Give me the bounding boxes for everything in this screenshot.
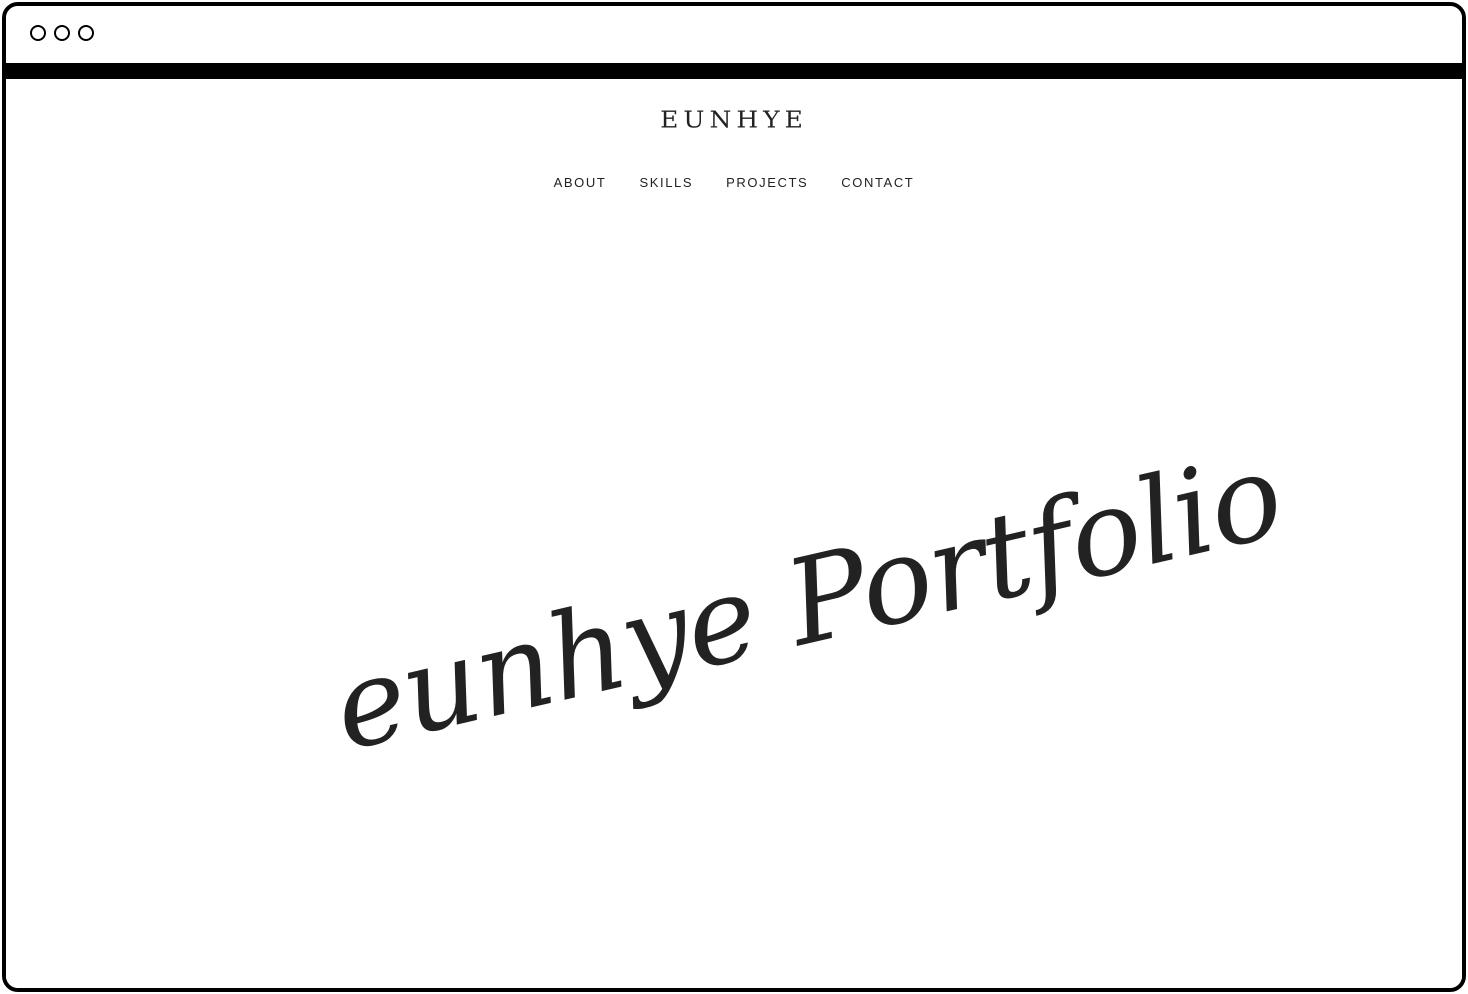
nav-item-contact[interactable]: CONTACT [841,175,914,190]
window-titlebar [6,6,1462,63]
titlebar-divider [6,63,1462,79]
nav-item-about[interactable]: ABOUT [554,175,607,190]
window-control-close[interactable] [30,25,46,41]
window-control-minimize[interactable] [54,25,70,41]
page-content: EUNHYE ABOUT SKILLS PROJECTS CONTACT eun… [6,79,1462,988]
hero-script-title: eunhye Portfolio [320,425,1294,778]
browser-window: EUNHYE ABOUT SKILLS PROJECTS CONTACT eun… [2,2,1466,992]
site-logo[interactable]: EUNHYE [6,106,1462,134]
nav-item-projects[interactable]: PROJECTS [726,175,808,190]
window-controls [30,25,94,41]
window-control-maximize[interactable] [78,25,94,41]
nav-item-skills[interactable]: SKILLS [639,175,693,190]
main-nav: ABOUT SKILLS PROJECTS CONTACT [6,175,1462,190]
hero-section: eunhye Portfolio [321,426,1294,778]
